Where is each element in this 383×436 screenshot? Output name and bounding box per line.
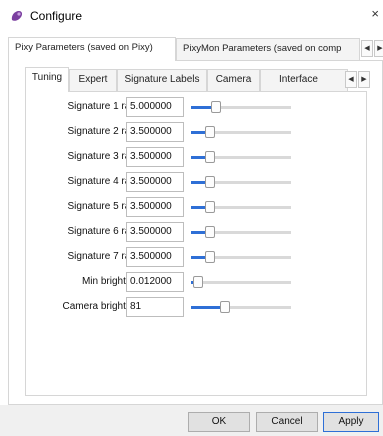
param-slider[interactable] — [191, 176, 291, 188]
tab-camera[interactable]: Camera — [207, 69, 260, 91]
param-row: Signature 6 range 3.500000 — [26, 222, 368, 244]
window-title: Configure — [30, 9, 83, 23]
param-row: Signature 2 range 3.500000 — [26, 122, 368, 144]
param-value-input[interactable]: 3.500000 — [126, 172, 184, 192]
tab-expert[interactable]: Expert — [69, 69, 117, 91]
close-icon[interactable]: × — [371, 6, 379, 21]
tab-tuning[interactable]: Tuning — [25, 67, 69, 92]
param-row: Signature 1 range 5.000000 — [26, 97, 368, 119]
param-slider[interactable] — [191, 151, 291, 163]
param-row: Signature 7 range 3.500000 — [26, 247, 368, 269]
tab-interface[interactable]: Interface — [260, 69, 348, 91]
apply-button[interactable]: Apply — [323, 412, 379, 432]
tuning-panel: Signature 1 range 5.000000 Signature 2 r… — [25, 91, 367, 396]
inner-tab-scroll: ◀ ▶ — [345, 71, 370, 88]
param-slider[interactable] — [191, 201, 291, 213]
slider-thumb[interactable] — [211, 101, 221, 113]
slider-thumb[interactable] — [205, 151, 215, 163]
scroll-right-icon[interactable]: ▶ — [374, 40, 383, 57]
param-value-input[interactable]: 3.500000 — [126, 197, 184, 217]
param-row: Signature 3 range 3.500000 — [26, 147, 368, 169]
param-slider[interactable] — [191, 276, 291, 288]
ok-button[interactable]: OK — [188, 412, 250, 432]
param-slider[interactable] — [191, 301, 291, 313]
cancel-button[interactable]: Cancel — [256, 412, 318, 432]
param-value-input[interactable]: 3.500000 — [126, 122, 184, 142]
app-icon — [11, 11, 23, 21]
param-row: Min brightness 0.012000 — [26, 272, 368, 294]
param-row: Signature 5 range 3.500000 — [26, 197, 368, 219]
param-value-input[interactable]: 5.000000 — [126, 97, 184, 117]
slider-track — [191, 281, 291, 284]
slider-thumb[interactable] — [220, 301, 230, 313]
slider-thumb[interactable] — [205, 226, 215, 238]
inner-tab-bar: Tuning Expert Signature Labels Camera In… — [25, 67, 380, 92]
param-row: Signature 4 range 3.500000 — [26, 172, 368, 194]
param-slider[interactable] — [191, 251, 291, 263]
slider-thumb[interactable] — [205, 176, 215, 188]
param-value-input[interactable]: 81 — [126, 297, 184, 317]
slider-thumb[interactable] — [205, 126, 215, 138]
outer-tab-scroll: ◀ ▶ — [361, 40, 383, 57]
param-slider[interactable] — [191, 226, 291, 238]
param-value-input[interactable]: 3.500000 — [126, 222, 184, 242]
scroll-right-icon[interactable]: ▶ — [358, 71, 370, 88]
param-value-input[interactable]: 3.500000 — [126, 247, 184, 267]
tab-pixy-parameters[interactable]: Pixy Parameters (saved on Pixy) — [8, 37, 176, 61]
param-value-input[interactable]: 3.500000 — [126, 147, 184, 167]
scroll-left-icon[interactable]: ◀ — [361, 40, 373, 57]
scroll-left-icon[interactable]: ◀ — [345, 71, 357, 88]
button-bar: OK Cancel Apply — [0, 405, 383, 436]
param-row: Camera brightness 81 — [26, 297, 368, 319]
param-value-input[interactable]: 0.012000 — [126, 272, 184, 292]
slider-thumb[interactable] — [193, 276, 203, 288]
title-bar: Configure × — [0, 0, 383, 32]
param-slider[interactable] — [191, 101, 291, 113]
tab-pixymon-parameters[interactable]: PixyMon Parameters (saved on comp — [176, 38, 360, 60]
param-slider[interactable] — [191, 126, 291, 138]
tab-signature-labels[interactable]: Signature Labels — [117, 69, 207, 91]
slider-thumb[interactable] — [205, 251, 215, 263]
outer-tab-bar: Pixy Parameters (saved on Pixy) PixyMon … — [8, 37, 383, 61]
slider-thumb[interactable] — [205, 201, 215, 213]
